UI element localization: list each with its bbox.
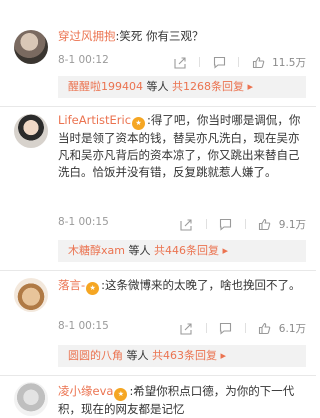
like-count: 11.5万 [272, 56, 306, 69]
avatar[interactable] [14, 382, 48, 416]
vip-badge-icon: ★ [132, 117, 146, 130]
share-icon[interactable] [176, 320, 198, 336]
avatar[interactable] [14, 114, 48, 148]
comment-icon[interactable] [215, 216, 237, 232]
comment-icon[interactable] [208, 54, 230, 70]
reply-summary[interactable]: 圆圆的八角 等人 共463条回复 ▸ [58, 345, 306, 367]
comment-meta: 8-1 00:15 6.1万 [58, 320, 306, 336]
reply-mid: 等人 [143, 80, 172, 93]
vip-badge-icon: ★ [86, 282, 100, 295]
comment-body: 落言- ★:这条微博来的太晚了，啥也挽回不了。 [58, 277, 306, 295]
share-icon[interactable] [176, 216, 198, 232]
username[interactable]: 穿过风拥抱 [58, 29, 116, 43]
reply-user[interactable]: 圆圆的八角 [68, 349, 123, 362]
comment-meta: 8-1 00:15 9.1万 [58, 216, 306, 232]
chevron-right-icon: ▸ [217, 349, 227, 362]
reply-count[interactable]: 共1268条回复 [172, 80, 244, 93]
reply-count[interactable]: 共463条回复 [152, 349, 217, 362]
avatar[interactable] [14, 30, 48, 64]
comment-body: 凌小缘eva ★:希望你积点口德，为你的下一代积，现在的网友都是记忆 [58, 383, 306, 418]
vip-badge-icon: ★ [114, 388, 128, 401]
reply-user[interactable]: 醒醒啦199404 [68, 80, 143, 93]
username[interactable]: 凌小缘eva [58, 384, 113, 398]
reply-count[interactable]: 共446条回复 [154, 244, 219, 257]
like-icon[interactable] [247, 54, 269, 70]
comment-icon[interactable] [215, 320, 237, 336]
comment-body: LifeArtistEric ★:得了吧，你当时哪是调侃，你当时是领了资本的钱，替… [58, 112, 306, 181]
comment-text: :笑死 你有三观？ [115, 29, 204, 43]
username[interactable]: 落言- [58, 278, 85, 292]
comment-text: :这条微博来的太晚了，啥也挽回不了。 [101, 278, 301, 292]
timestamp: 8-1 00:15 [58, 320, 109, 332]
avatar[interactable] [14, 278, 48, 312]
reply-user[interactable]: 木糖醇xam [68, 244, 125, 257]
chevron-right-icon: ▸ [218, 244, 228, 257]
divider [0, 270, 316, 271]
divider [0, 106, 316, 107]
reply-summary[interactable]: 木糖醇xam 等人 共446条回复 ▸ [58, 240, 306, 262]
timestamp: 8-1 00:12 [58, 54, 109, 66]
comment-meta: 8-1 00:12 11.5万 [58, 54, 306, 70]
chevron-right-icon: ▸ [244, 80, 254, 93]
timestamp: 8-1 00:15 [58, 216, 109, 228]
reply-summary[interactable]: 醒醒啦199404 等人 共1268条回复 ▸ [58, 76, 306, 98]
username[interactable]: LifeArtistEric [58, 113, 131, 127]
like-icon[interactable] [254, 320, 276, 336]
share-icon[interactable] [169, 54, 191, 70]
like-count: 6.1万 [278, 322, 306, 335]
reply-mid: 等人 [123, 349, 152, 362]
reply-mid: 等人 [124, 244, 154, 257]
like-count: 9.1万 [278, 218, 306, 231]
like-icon[interactable] [254, 216, 276, 232]
divider [0, 375, 316, 376]
comment-body: 穿过风拥抱:笑死 你有三观？ [58, 28, 306, 45]
